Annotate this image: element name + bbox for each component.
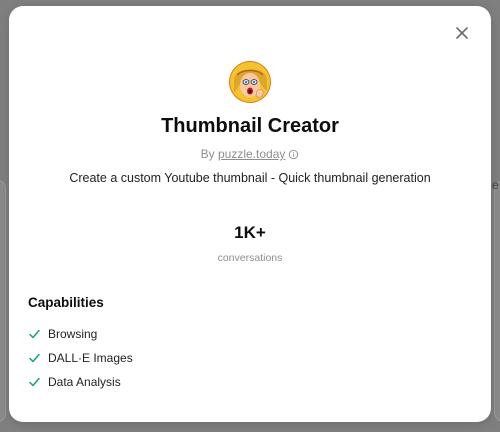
- check-icon: [29, 353, 40, 363]
- gpt-title: Thumbnail Creator: [161, 115, 339, 137]
- capability-data-analysis: Data Analysis: [28, 370, 133, 394]
- capability-dalle-images: DALL·E Images: [28, 346, 133, 370]
- capabilities-list: Browsing DALL·E Images Data Analysis: [28, 322, 133, 394]
- pop-art-woman-avatar: [229, 61, 271, 103]
- gpt-avatar: [229, 61, 271, 103]
- background-text: e: [492, 178, 499, 192]
- capability-label: Data Analysis: [48, 375, 121, 389]
- gpt-description: Create a custom Youtube thumbnail - Quic…: [69, 171, 431, 185]
- capability-browsing: Browsing: [28, 322, 133, 346]
- conversation-count-label: conversations: [217, 252, 283, 264]
- conversation-count: 1K+: [234, 223, 266, 242]
- capability-label: Browsing: [48, 327, 98, 341]
- background-card: [0, 180, 6, 422]
- author-byline: By puzzle.today: [9, 147, 491, 161]
- capabilities-heading: Capabilities: [28, 295, 104, 310]
- background-card: [494, 180, 500, 422]
- info-icon[interactable]: [288, 149, 299, 160]
- capability-label: DALL·E Images: [48, 351, 133, 365]
- check-icon: [29, 329, 40, 339]
- check-icon: [29, 377, 40, 387]
- author-link[interactable]: puzzle.today: [218, 147, 285, 161]
- by-prefix: By: [200, 147, 215, 161]
- gpt-details-modal: Thumbnail Creator By puzzle.today Create…: [9, 6, 491, 422]
- close-icon[interactable]: [453, 24, 471, 42]
